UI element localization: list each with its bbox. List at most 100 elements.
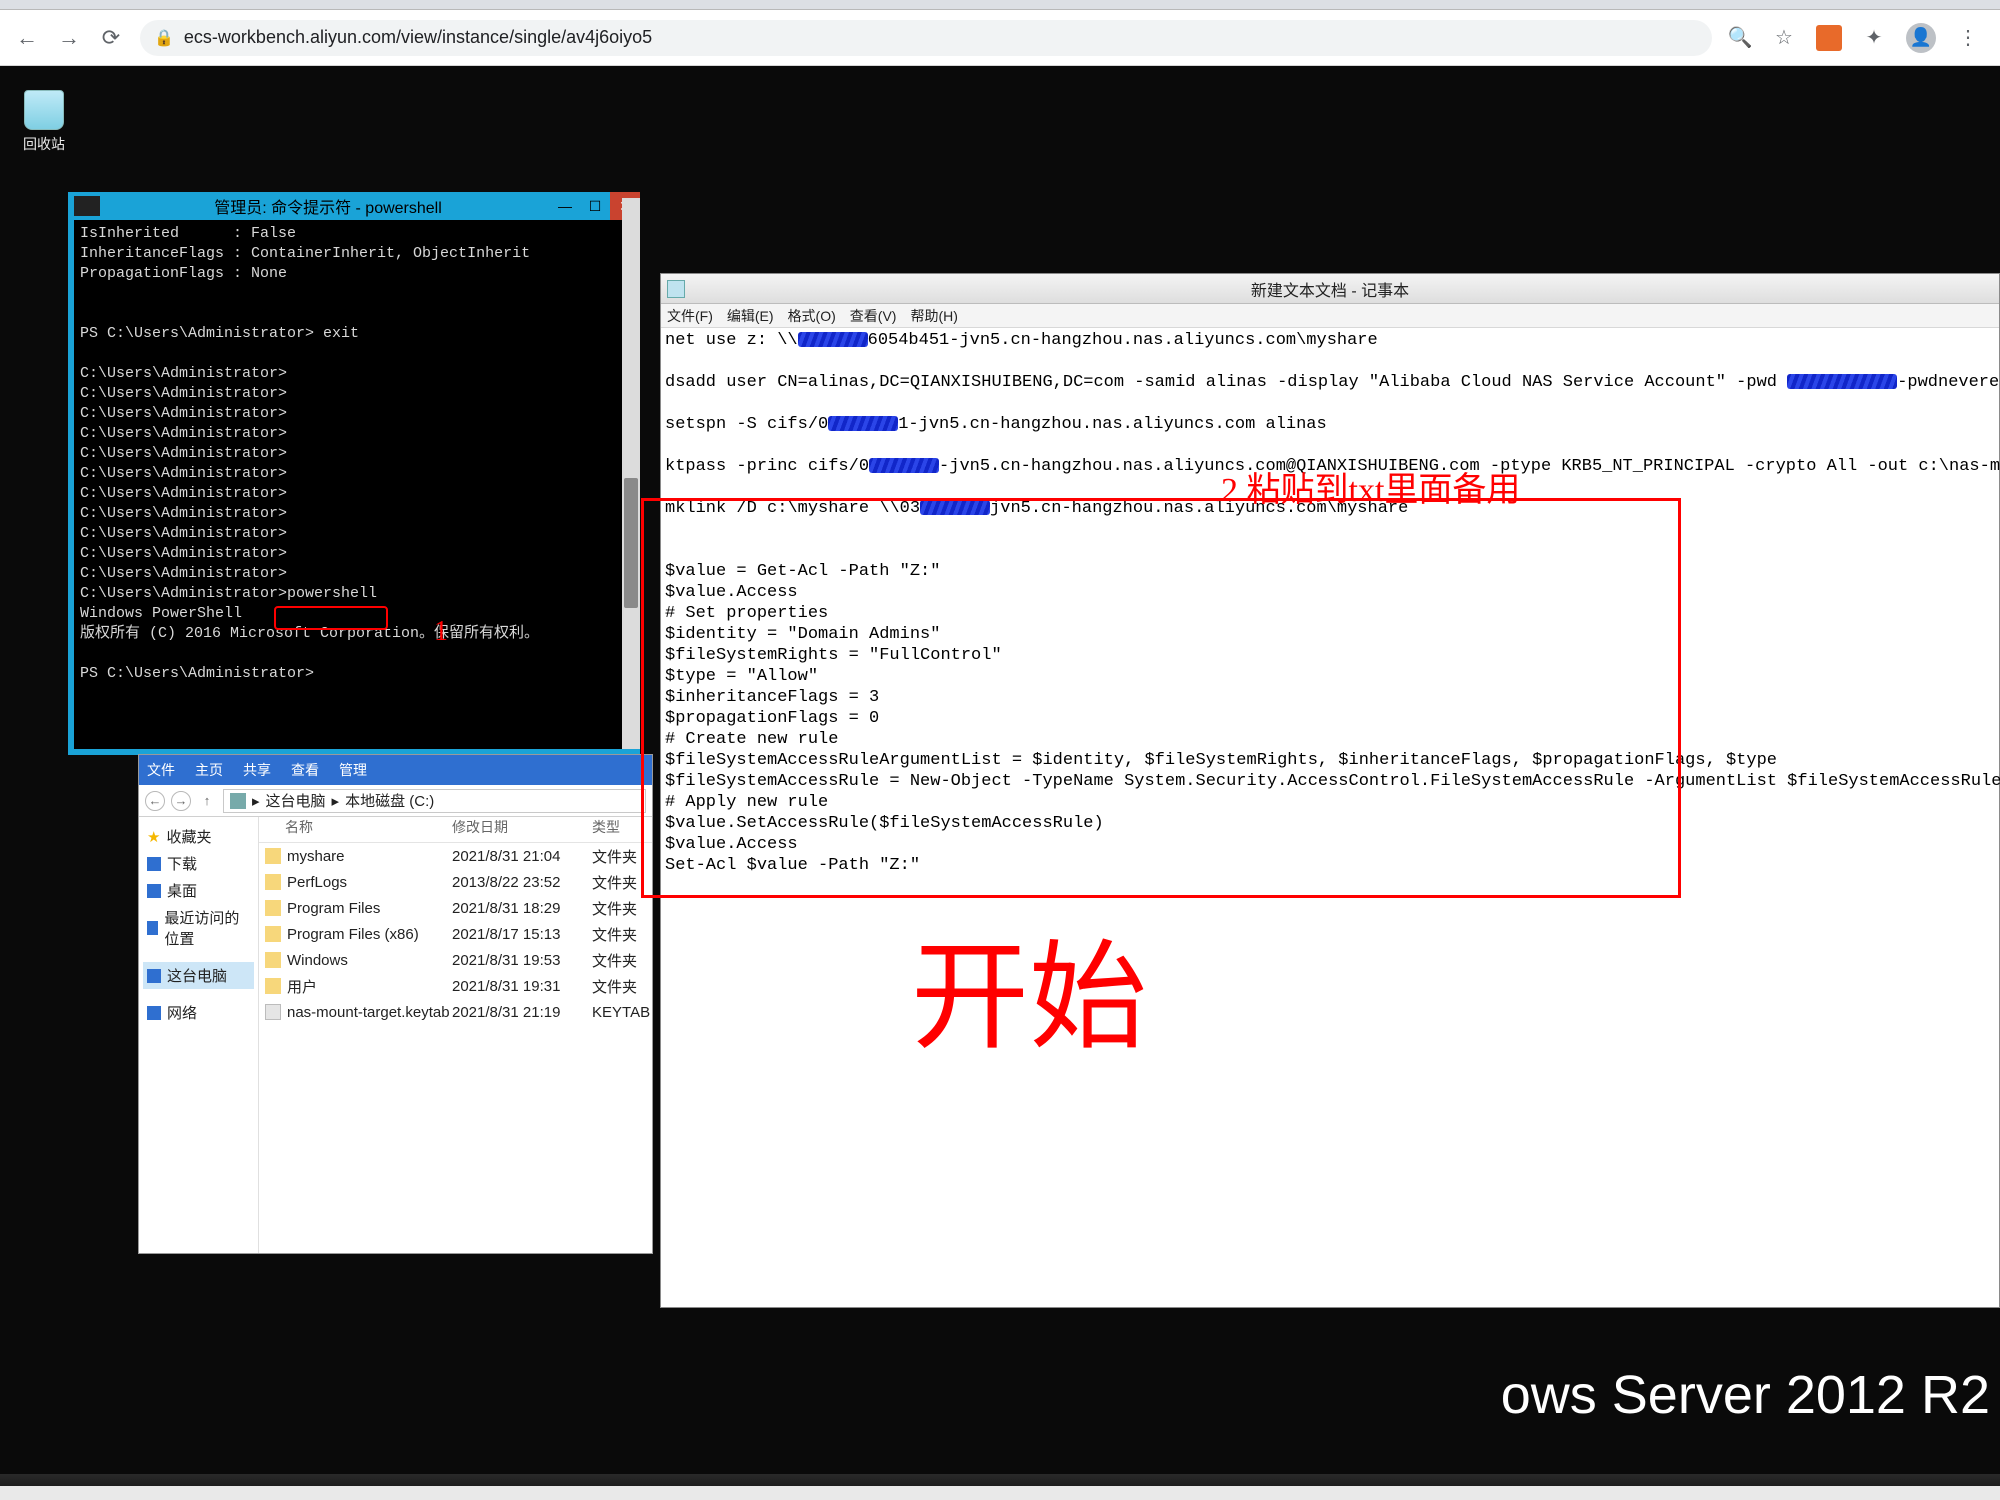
menu-edit[interactable]: 编辑(E) [727,306,774,326]
breadcrumb[interactable]: ▸ 这台电脑 ▸ 本地磁盘 (C:) [223,789,646,813]
column-name[interactable]: 名称 [259,817,452,842]
sidebar-network[interactable]: 网络 [143,999,254,1026]
browser-tabstrip [0,0,2000,10]
table-row[interactable]: Windows2021/8/31 19:53文件夹 [259,947,652,973]
url-text: ecs-workbench.aliyun.com/view/instance/s… [184,27,652,48]
annotation-start: 开始 [911,988,1147,1009]
nav-forward-icon[interactable]: → [171,791,191,811]
menu-file[interactable]: 文件(F) [667,306,713,326]
file-type: KEYTAB [592,1004,652,1021]
breadcrumb-seg[interactable]: 这台电脑 [266,790,326,811]
recycle-bin-label: 回收站 [23,134,65,154]
powershell-titlebar[interactable]: 管理员: 命令提示符 - powershell — ☐ ✕ [68,192,640,220]
file-date: 2021/8/31 18:29 [452,900,592,917]
browser-toolbar: ← → ⟳ 🔒 ecs-workbench.aliyun.com/view/in… [0,10,2000,66]
sidebar-favorites[interactable]: ★收藏夹 [143,823,254,850]
sidebar-desktop[interactable]: 桌面 [143,877,254,904]
sidebar-thispc[interactable]: 这台电脑 [143,962,254,989]
forward-button[interactable]: → [56,25,82,51]
back-button[interactable]: ← [14,25,40,51]
folder-icon [265,900,281,916]
powershell-title: 管理员: 命令提示符 - powershell [106,194,550,218]
powershell-scrollbar[interactable] [622,198,640,749]
maximize-button[interactable]: ☐ [580,192,610,220]
recent-icon [147,921,158,935]
ribbon-tab[interactable]: 文件 [147,760,175,780]
recycle-bin[interactable]: 回收站 [14,90,74,154]
file-name: PerfLogs [287,874,452,891]
bookmark-star-icon[interactable]: ☆ [1772,26,1796,50]
file-name: Program Files (x86) [287,926,452,943]
nav-up-icon[interactable]: ↑ [197,791,217,811]
explorer-sidebar: ★收藏夹 下载 桌面 最近访问的位置 这台电脑 网络 [139,817,259,1253]
sidebar-downloads[interactable]: 下载 [143,850,254,877]
file-name: myshare [287,848,452,865]
file-type: 文件夹 [592,898,652,919]
ribbon-tab[interactable]: 共享 [243,760,271,780]
folder-icon [265,848,281,864]
file-type: 文件夹 [592,924,652,945]
file-name: Windows [287,952,452,969]
explorer-filelist: 名称 修改日期 类型 myshare2021/8/31 21:04文件夹Perf… [259,817,652,1253]
remote-desktop: 回收站 管理员: 命令提示符 - powershell — ☐ ✕ IsInhe… [0,66,2000,1486]
folder-icon [265,952,281,968]
file-date: 2021/8/31 21:19 [452,1004,592,1021]
taskbar[interactable] [0,1474,2000,1486]
reload-button[interactable]: ⟳ [98,25,124,51]
breadcrumb-seg[interactable]: 本地磁盘 (C:) [345,790,434,811]
recycle-bin-icon [24,90,64,130]
drive-icon [230,793,246,809]
annotation-box-2 [641,498,1681,898]
table-row[interactable]: myshare2021/8/31 21:04文件夹 [259,843,652,869]
zoom-icon[interactable]: 🔍 [1728,26,1752,50]
downloads-icon [147,857,161,871]
minimize-button[interactable]: — [550,192,580,220]
chrome-menu-icon[interactable]: ⋮ [1956,26,1980,50]
redaction [798,332,868,347]
menu-view[interactable]: 查看(V) [850,306,897,326]
table-row[interactable]: Program Files (x86)2021/8/17 15:13文件夹 [259,921,652,947]
extension-icon[interactable] [1816,25,1842,51]
file-date: 2021/8/31 19:31 [452,978,592,995]
ribbon-tab[interactable]: 查看 [291,760,319,780]
powershell-window[interactable]: 管理员: 命令提示符 - powershell — ☐ ✕ IsInherite… [68,192,640,755]
folder-icon [265,874,281,890]
notepad-titlebar[interactable]: 新建文本文档 - 记事本 [661,274,1999,304]
table-row[interactable]: Program Files2021/8/31 18:29文件夹 [259,895,652,921]
powershell-output[interactable]: IsInherited : False InheritanceFlags : C… [74,220,634,749]
profile-avatar[interactable]: 👤 [1906,23,1936,53]
table-row[interactable]: 用户2021/8/31 19:31文件夹 [259,973,652,999]
file-name: 用户 [287,976,452,997]
menu-format[interactable]: 格式(O) [788,306,836,326]
table-row[interactable]: PerfLogs2013/8/22 23:52文件夹 [259,869,652,895]
nav-back-icon[interactable]: ← [145,791,165,811]
ribbon-tab[interactable]: 主页 [195,760,223,780]
explorer-ribbon: 文件 主页 共享 查看 管理 [139,755,652,785]
file-explorer-window[interactable]: 文件 主页 共享 查看 管理 ← → ↑ ▸ 这台电脑 ▸ 本地磁盘 (C:) … [138,754,653,1254]
extensions-puzzle-icon[interactable]: ✦ [1862,26,1886,50]
redaction [1787,374,1897,389]
file-type: 文件夹 [592,950,652,971]
column-date[interactable]: 修改日期 [452,817,592,842]
address-bar[interactable]: 🔒 ecs-workbench.aliyun.com/view/instance… [140,20,1712,56]
star-icon: ★ [147,828,160,846]
file-date: 2021/8/31 19:53 [452,952,592,969]
menu-help[interactable]: 帮助(H) [910,306,957,326]
sidebar-recent[interactable]: 最近访问的位置 [143,904,254,952]
redaction [869,458,939,473]
explorer-navbar: ← → ↑ ▸ 这台电脑 ▸ 本地磁盘 (C:) [139,785,652,817]
file-type: 文件夹 [592,976,652,997]
notepad-text[interactable]: net use z: \\6054b451-jvn5.cn-hangzhou.n… [661,328,1999,1307]
folder-icon [265,926,281,942]
table-row[interactable]: nas-mount-target.keytab2021/8/31 21:19KE… [259,999,652,1025]
desktop-icon [147,884,161,898]
windows-brand-watermark: ows Server 2012 R2 [1501,1364,1990,1426]
lock-icon: 🔒 [154,28,174,48]
file-date: 2021/8/17 15:13 [452,926,592,943]
notepad-window[interactable]: 新建文本文档 - 记事本 文件(F) 编辑(E) 格式(O) 查看(V) 帮助(… [660,273,2000,1308]
ribbon-tab[interactable]: 管理 [339,760,367,780]
notepad-menubar: 文件(F) 编辑(E) 格式(O) 查看(V) 帮助(H) [661,304,1999,328]
folder-icon [265,978,281,994]
pc-icon [147,969,161,983]
notepad-title: 新建文本文档 - 记事本 [1251,277,1409,301]
